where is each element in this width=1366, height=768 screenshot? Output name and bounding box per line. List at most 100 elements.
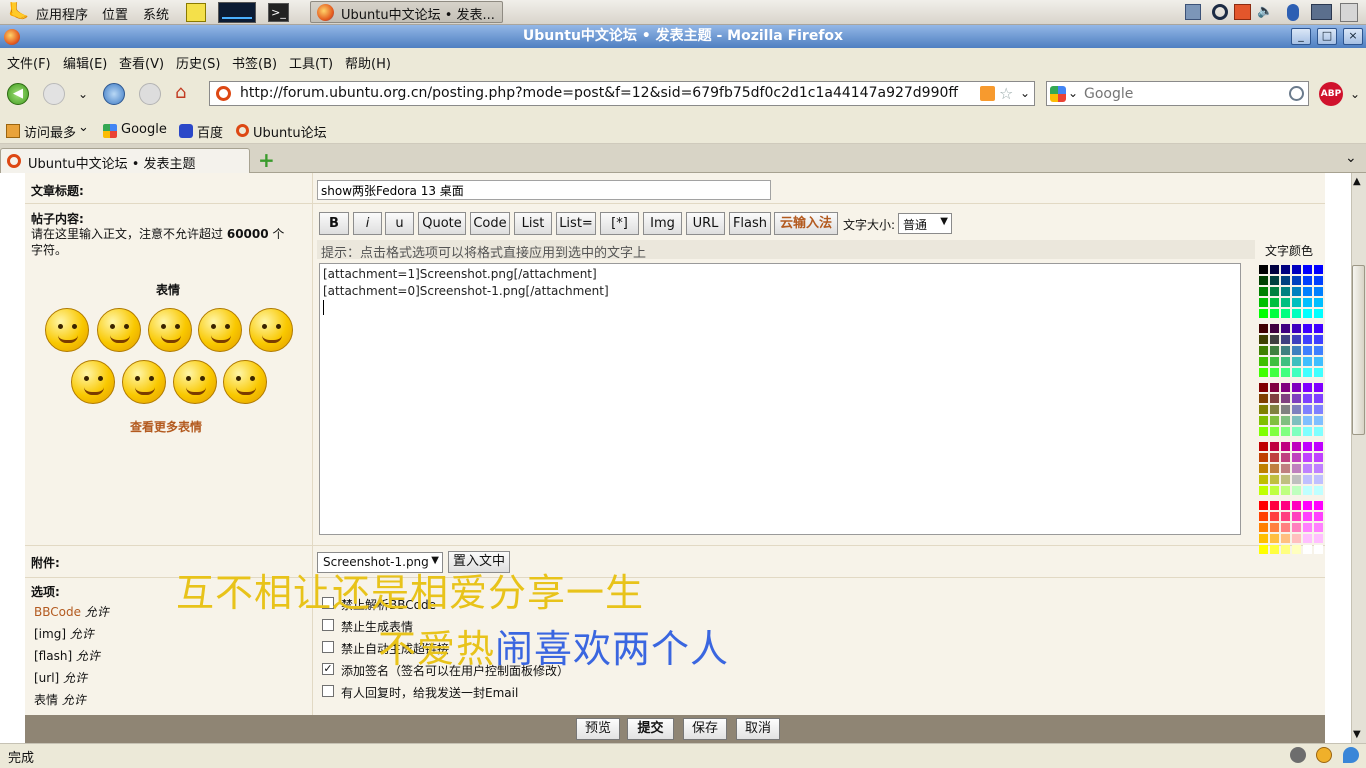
volume-icon[interactable]: 🔈	[1257, 4, 1273, 20]
color-swatch[interactable]	[1292, 357, 1301, 366]
color-swatch[interactable]	[1259, 394, 1268, 403]
font-size-select[interactable]: 普通 ▼	[898, 213, 952, 234]
menu-edit[interactable]: 编辑(E)	[63, 53, 107, 72]
color-swatch[interactable]	[1281, 383, 1290, 392]
color-swatch[interactable]	[1270, 453, 1279, 462]
color-swatch[interactable]	[1270, 464, 1279, 473]
color-swatch[interactable]	[1281, 427, 1290, 436]
color-swatch[interactable]	[1292, 309, 1301, 318]
color-swatch[interactable]	[1270, 545, 1279, 554]
color-swatch[interactable]	[1270, 298, 1279, 307]
message-textarea[interactable]: [attachment=1]Screenshot.png[/attachment…	[319, 263, 1241, 535]
color-swatch[interactable]	[1259, 287, 1268, 296]
color-swatch[interactable]	[1259, 475, 1268, 484]
emoticon-icon[interactable]	[148, 308, 192, 352]
emoticon-icon[interactable]	[249, 308, 293, 352]
color-swatch[interactable]	[1292, 416, 1301, 425]
color-swatch[interactable]	[1292, 464, 1301, 473]
update-icon[interactable]	[1234, 4, 1251, 20]
color-swatch[interactable]	[1259, 501, 1268, 510]
bookmark-google[interactable]: Google	[121, 122, 167, 137]
maximize-button[interactable]: □	[1317, 28, 1337, 45]
gnome-foot-icon[interactable]: 🦶	[8, 3, 29, 23]
color-swatch[interactable]	[1303, 368, 1312, 377]
color-swatch[interactable]	[1281, 394, 1290, 403]
color-swatch[interactable]	[1303, 501, 1312, 510]
color-swatch[interactable]	[1303, 405, 1312, 414]
color-swatch[interactable]	[1314, 368, 1323, 377]
color-swatch[interactable]	[1270, 383, 1279, 392]
scrollbar-thumb[interactable]	[1352, 265, 1365, 435]
color-swatch[interactable]	[1281, 523, 1290, 532]
color-swatch[interactable]	[1270, 335, 1279, 344]
bbcode-italic-button[interactable]: i	[353, 212, 382, 235]
applications-menu[interactable]: 应用程序	[36, 4, 88, 23]
color-swatch[interactable]	[1259, 442, 1268, 451]
color-swatch[interactable]	[1259, 357, 1268, 366]
bookmark-baidu[interactable]: 百度	[197, 122, 223, 141]
color-swatch[interactable]	[1259, 309, 1268, 318]
color-swatch[interactable]	[1292, 486, 1301, 495]
menu-history[interactable]: 历史(S)	[176, 53, 220, 72]
color-swatch[interactable]	[1314, 324, 1323, 333]
menu-file[interactable]: 文件(F)	[7, 53, 51, 72]
color-swatch[interactable]	[1281, 464, 1290, 473]
color-swatch[interactable]	[1303, 276, 1312, 285]
color-swatch[interactable]	[1281, 309, 1290, 318]
color-swatch[interactable]	[1303, 534, 1312, 543]
emoticon-icon[interactable]	[223, 360, 267, 404]
system-menu[interactable]: 系统	[143, 4, 169, 23]
color-swatch[interactable]	[1292, 545, 1301, 554]
option-checkbox[interactable]	[322, 619, 334, 631]
color-swatch[interactable]	[1303, 442, 1312, 451]
search-engine-dropdown-icon[interactable]: ⌄	[1068, 86, 1078, 100]
bookmark-most-visited-dropdown-icon[interactable]: ⌄	[78, 120, 89, 135]
headset-icon[interactable]	[1212, 4, 1228, 20]
color-swatch[interactable]	[1259, 346, 1268, 355]
color-swatch[interactable]	[1292, 368, 1301, 377]
color-swatch[interactable]	[1292, 265, 1301, 274]
color-swatch[interactable]	[1292, 442, 1301, 451]
close-button[interactable]: ×	[1343, 28, 1363, 45]
color-swatch[interactable]	[1303, 486, 1312, 495]
color-swatch[interactable]	[1281, 501, 1290, 510]
color-swatch[interactable]	[1259, 545, 1268, 554]
menu-bookmarks[interactable]: 书签(B)	[232, 53, 277, 72]
color-swatch[interactable]	[1259, 534, 1268, 543]
cancel-button[interactable]: 取消	[736, 718, 780, 740]
subject-input[interactable]	[317, 180, 771, 200]
color-swatch[interactable]	[1314, 357, 1323, 366]
color-swatch[interactable]	[1259, 335, 1268, 344]
color-swatch[interactable]	[1259, 453, 1268, 462]
vertical-scrollbar[interactable]	[1351, 173, 1366, 743]
color-swatch[interactable]	[1281, 534, 1290, 543]
color-swatch[interactable]	[1303, 357, 1312, 366]
color-swatch[interactable]	[1292, 453, 1301, 462]
color-swatch[interactable]	[1281, 357, 1290, 366]
menu-view[interactable]: 查看(V)	[119, 53, 164, 72]
rss-icon[interactable]	[980, 86, 995, 101]
color-swatch[interactable]	[1314, 287, 1323, 296]
emoticon-icon[interactable]	[97, 308, 141, 352]
color-swatch[interactable]	[1314, 501, 1323, 510]
tab-ubuntu-post[interactable]: Ubuntu中文论坛 • 发表主题	[0, 148, 250, 174]
color-swatch[interactable]	[1281, 486, 1290, 495]
color-swatch[interactable]	[1259, 486, 1268, 495]
bbcode-list-ordered-button[interactable]: List=	[556, 212, 596, 235]
color-swatch[interactable]	[1314, 265, 1323, 274]
color-swatch[interactable]	[1303, 416, 1312, 425]
scroll-up-icon[interactable]: ▲	[1353, 176, 1361, 187]
color-swatch[interactable]	[1281, 368, 1290, 377]
bbcode-img-button[interactable]: Img	[643, 212, 682, 235]
bookmark-star-icon[interactable]: ☆	[999, 84, 1013, 103]
color-swatch[interactable]	[1303, 298, 1312, 307]
save-button[interactable]: 保存	[683, 718, 727, 740]
scroll-down-icon[interactable]: ▼	[1353, 729, 1361, 740]
color-swatch[interactable]	[1303, 453, 1312, 462]
color-swatch[interactable]	[1303, 309, 1312, 318]
color-swatch[interactable]	[1314, 394, 1323, 403]
color-swatch[interactable]	[1270, 442, 1279, 451]
color-swatch[interactable]	[1292, 427, 1301, 436]
color-swatch[interactable]	[1281, 298, 1290, 307]
terminal-icon[interactable]: >_	[268, 3, 289, 22]
